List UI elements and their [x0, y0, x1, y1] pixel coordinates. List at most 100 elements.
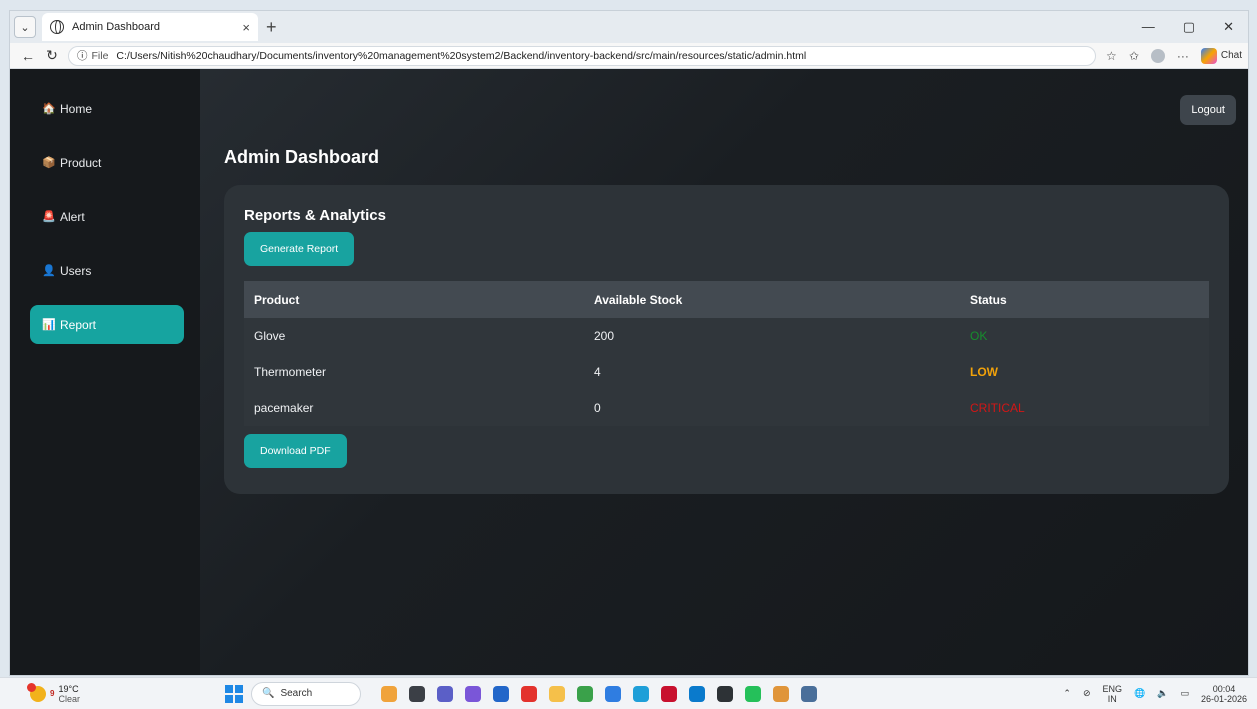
volume-icon[interactable]: 🔈	[1157, 688, 1168, 699]
sidebar: 🏠 Home 📦 Product 🚨 Alert 👤 Users 📊 Repor…	[10, 69, 200, 675]
main-content: Logout Admin Dashboard Reports & Analyti…	[200, 69, 1248, 675]
minimize-icon[interactable]: —	[1142, 19, 1155, 35]
store-icon[interactable]	[493, 685, 509, 702]
reports-card: Reports & Analytics Generate Report Prod…	[224, 185, 1229, 494]
toolbar-icons: ☆ ✩ ··· Chat	[1106, 47, 1242, 64]
lang-top: ENG	[1102, 683, 1122, 694]
battery-icon[interactable]: ▭	[1180, 688, 1189, 699]
vscode-icon[interactable]	[689, 685, 705, 702]
weather-sun-icon	[27, 682, 46, 702]
chrome-icon[interactable]	[577, 685, 593, 702]
download-pdf-button[interactable]: Download PDF	[244, 434, 347, 468]
column-header-stock: Available Stock	[584, 281, 960, 318]
network-icon[interactable]: 🌐	[1134, 688, 1145, 699]
cell-stock: 4	[584, 354, 960, 390]
table-header-row: Product Available Stock Status	[244, 281, 1209, 318]
cell-product: pacemaker	[244, 390, 584, 426]
mcafee-icon[interactable]	[661, 685, 677, 702]
address-bar: ← ↻ ⓘ File C:/Users/Nitish%20chaudhary/D…	[10, 43, 1248, 69]
chart-icon: 📊	[42, 319, 56, 331]
chat-label: Chat	[1220, 50, 1242, 61]
weather-text: 19°C Clear	[58, 684, 80, 704]
app-red-icon[interactable]	[521, 685, 537, 702]
logout-button[interactable]: Logout	[1180, 95, 1236, 125]
sidebar-item-home[interactable]: 🏠 Home	[30, 89, 184, 128]
cell-stock: 0	[584, 390, 960, 426]
status-badge: OK	[960, 318, 1209, 354]
search-placeholder: Search	[280, 688, 313, 699]
column-header-status: Status	[960, 281, 1209, 318]
new-tab-button[interactable]: +	[266, 17, 277, 38]
column-header-product: Product	[244, 281, 584, 318]
generate-report-button[interactable]: Generate Report	[244, 232, 355, 266]
chrome-beta-icon[interactable]	[605, 685, 621, 702]
tab-title: Admin Dashboard	[72, 21, 161, 33]
taskbar: 9 19°C Clear 🔍 Search ⌃ ⊘ ENG IN �	[0, 677, 1257, 709]
favorite-star-icon[interactable]: ☆	[1106, 49, 1117, 63]
sidebar-item-label: Home	[60, 101, 93, 116]
tab-actions-menu[interactable]: ⌄	[14, 16, 36, 38]
chrome-profile-icon[interactable]	[773, 685, 789, 702]
system-tray: ⌃ ⊘ ENG IN 🌐 🔈 ▭ 00:04 26-01-2026	[1063, 684, 1257, 704]
sidebar-item-alert[interactable]: 🚨 Alert	[30, 197, 184, 236]
reports-title: Reports & Analytics	[244, 207, 386, 224]
weather-badge: 9	[50, 689, 55, 698]
weather-desc: Clear	[58, 693, 80, 704]
profile-avatar[interactable]	[1150, 48, 1165, 63]
copilot-chat-button[interactable]: Chat	[1200, 47, 1242, 64]
home-icon: 🏠	[42, 103, 56, 115]
tab-close-icon[interactable]: ×	[242, 20, 250, 35]
sidebar-item-label: Users	[60, 263, 92, 278]
alarm-icon: 🚨	[42, 211, 56, 223]
whatsapp-icon[interactable]	[745, 685, 761, 702]
refresh-icon[interactable]: ↻	[40, 47, 64, 64]
lang-bottom: IN	[1107, 693, 1117, 704]
location-off-icon[interactable]: ⊘	[1083, 688, 1091, 699]
task-view-icon[interactable]	[409, 685, 425, 702]
admin-app: 🏠 Home 📦 Product 🚨 Alert 👤 Users 📊 Repor…	[10, 69, 1248, 675]
sidebar-item-label: Alert	[60, 209, 85, 224]
sidebar-item-product[interactable]: 📦 Product	[30, 143, 184, 182]
language-indicator[interactable]: ENG IN	[1102, 684, 1122, 704]
package-icon: 📦	[42, 157, 56, 169]
copilot-app-icon[interactable]	[465, 685, 481, 702]
sidebar-item-label: Report	[60, 317, 97, 332]
edge-icon[interactable]	[633, 685, 649, 702]
restore-icon[interactable]: ▢	[1183, 19, 1195, 35]
sidebar-item-label: Product	[60, 155, 102, 170]
weather-widget[interactable]: 9 19°C Clear	[0, 682, 225, 704]
page-title: Admin Dashboard	[224, 147, 380, 167]
windows-start-icon[interactable]	[225, 684, 243, 703]
sidebar-item-users[interactable]: 👤 Users	[30, 251, 184, 290]
window-controls: — ▢ ✕	[1142, 19, 1248, 35]
taskbar-search[interactable]: 🔍 Search	[251, 681, 361, 706]
user-icon: 👤	[42, 265, 56, 277]
browser-window: ⌄ Admin Dashboard × + — ▢ ✕ ← ↻ ⓘ File C…	[9, 10, 1249, 676]
cell-product: Glove	[244, 318, 584, 354]
back-icon[interactable]: ←	[16, 48, 40, 64]
sidebar-item-report[interactable]: 📊 Report	[30, 305, 184, 344]
status-badge: LOW	[960, 354, 1209, 390]
teams-icon[interactable]	[437, 685, 453, 702]
favorites-icon[interactable]: ✩	[1129, 49, 1139, 63]
url-field[interactable]: ⓘ File C:/Users/Nitish%20chaudhary/Docum…	[68, 45, 1097, 66]
copilot-icon	[1200, 47, 1217, 64]
weather-temp: 19°C	[58, 683, 79, 694]
tab-admin-dashboard[interactable]: Admin Dashboard ×	[42, 13, 258, 41]
cell-product: Thermometer	[244, 354, 584, 390]
table-row: Thermometer 4 LOW	[244, 354, 1209, 390]
tab-bar: ⌄ Admin Dashboard × + — ▢ ✕	[10, 11, 1248, 43]
url-text: C:/Users/Nitish%20chaudhary/Documents/in…	[116, 49, 807, 62]
table-row: pacemaker 0 CRITICAL	[244, 390, 1209, 426]
clock[interactable]: 00:04 26-01-2026	[1201, 684, 1247, 704]
file-explorer-icon[interactable]	[549, 685, 565, 702]
taskbar-apps	[381, 685, 817, 702]
chevron-up-icon[interactable]: ⌃	[1063, 688, 1071, 699]
close-window-icon[interactable]: ✕	[1223, 19, 1234, 35]
terminal-icon[interactable]	[717, 685, 733, 702]
snipping-tool-icon[interactable]	[801, 685, 817, 702]
widgets-icon[interactable]	[381, 685, 397, 702]
cell-stock: 200	[584, 318, 960, 354]
globe-icon	[50, 20, 64, 34]
more-icon[interactable]: ···	[1177, 49, 1189, 63]
